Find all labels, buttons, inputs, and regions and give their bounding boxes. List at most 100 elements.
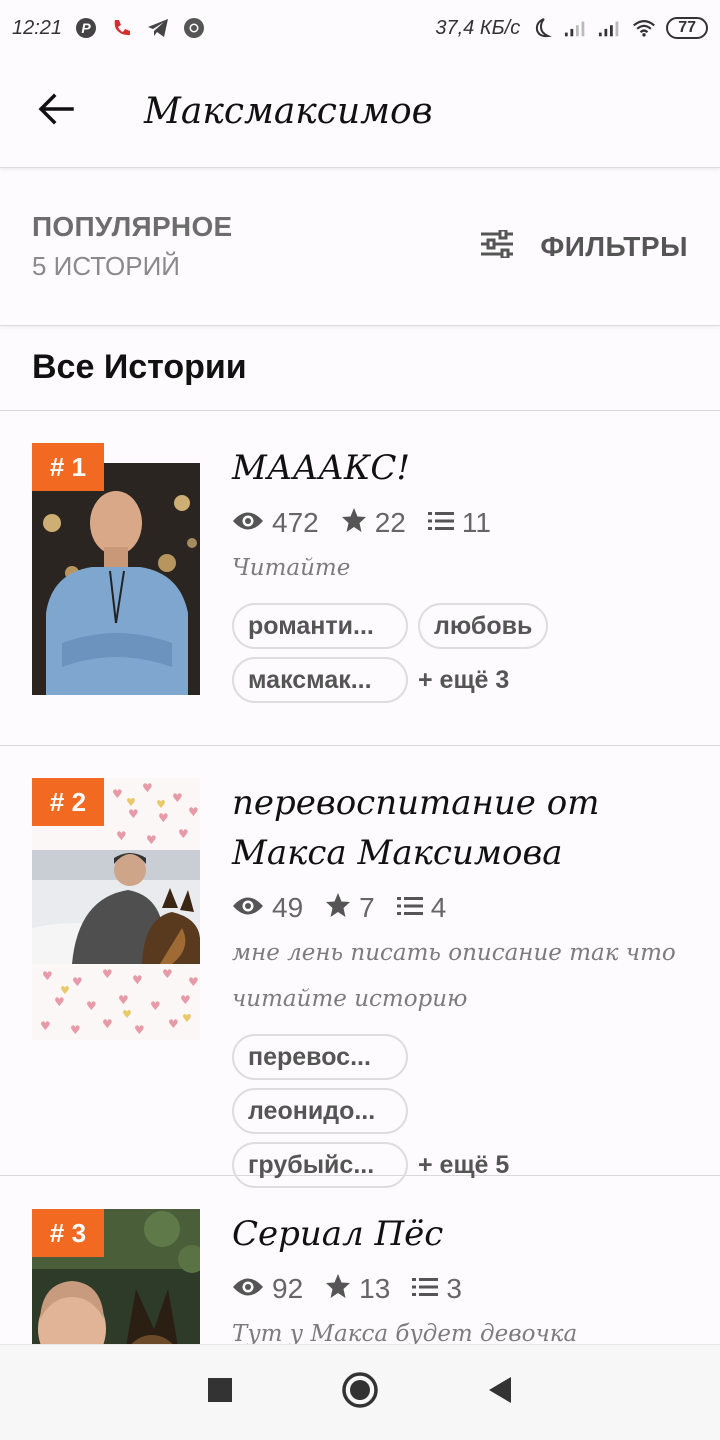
tag-list: перевос... леонидо... грубыйс... + ещё 5 bbox=[232, 1034, 592, 1188]
arrow-left-icon bbox=[38, 93, 74, 130]
views-count: 472 bbox=[272, 507, 319, 538]
svg-text:♥: ♥ bbox=[182, 1012, 192, 1025]
parts-count: 3 bbox=[446, 1273, 462, 1304]
svg-text:♥: ♥ bbox=[168, 1017, 179, 1031]
list-icon bbox=[396, 892, 423, 924]
svg-text:♥: ♥ bbox=[42, 969, 53, 983]
rank-badge: # 2 bbox=[32, 778, 104, 826]
section-title: Все Истории bbox=[32, 348, 247, 386]
tag-chip[interactable]: перевос... bbox=[232, 1034, 408, 1080]
parts-count: 11 bbox=[461, 507, 491, 538]
story-title[interactable]: МАААКС! bbox=[232, 443, 680, 493]
svg-text:♥: ♥ bbox=[142, 781, 153, 795]
story-cover[interactable]: # 2 ♥ ♥ ♥ ♥ ♥ ♥ ♥ ♥ ♥ ♥ ♥ ♥ ♥ ♥ ♥ ♥ ♥ ♥ ♥ ♥ ♥ ♥ ♥ ♥ ♥ ♥ ♥ ♥ ♥ ♥ bbox=[32, 778, 200, 1040]
svg-text:♥: ♥ bbox=[134, 1023, 145, 1037]
story-title[interactable]: Сериал Пёс bbox=[232, 1209, 680, 1259]
parts-stat: 3 bbox=[412, 1273, 462, 1305]
story-info: перевоспитание от Макса Максимова 49 7 4… bbox=[232, 778, 680, 1188]
popular-text: ПОПУЛЯРНОЕ 5 ИСТОРИЙ bbox=[32, 211, 233, 282]
filters-label: ФИЛЬТРЫ bbox=[540, 230, 688, 262]
star-icon bbox=[325, 1273, 351, 1306]
svg-text:♥: ♥ bbox=[156, 798, 166, 811]
status-right: 37,4 КБ/с 77 bbox=[435, 16, 708, 40]
story-description: мне лень писать описание так что читайте… bbox=[232, 940, 676, 1012]
views-count: 92 bbox=[272, 1273, 304, 1304]
svg-text:♥: ♥ bbox=[116, 829, 127, 843]
telegram-icon bbox=[146, 16, 170, 40]
views-count: 49 bbox=[272, 892, 304, 923]
signal-icon bbox=[564, 16, 588, 40]
votes-count: 13 bbox=[359, 1273, 391, 1304]
views-stat: 49 bbox=[232, 892, 303, 924]
star-icon bbox=[325, 892, 351, 925]
system-nav-bar bbox=[0, 1344, 720, 1440]
tag-chip[interactable]: максмак... bbox=[232, 657, 408, 703]
votes-count: 22 bbox=[374, 507, 406, 538]
story-description: Тут у Макса будет девочка bbox=[232, 1321, 578, 1344]
stories-count: 5 ИСТОРИЙ bbox=[32, 251, 180, 281]
recents-square-icon[interactable] bbox=[207, 1377, 233, 1408]
svg-text:♥: ♥ bbox=[150, 999, 161, 1013]
status-time: 12:21 bbox=[12, 16, 63, 39]
svg-text:♥: ♥ bbox=[158, 811, 169, 825]
story-cover[interactable]: # 3 bbox=[32, 1209, 200, 1344]
svg-text:♥: ♥ bbox=[118, 993, 129, 1007]
more-tags-link[interactable]: + ещё 3 bbox=[418, 657, 509, 703]
list-icon bbox=[412, 1273, 439, 1305]
svg-text:P: P bbox=[81, 20, 91, 36]
story-description: Читайте bbox=[232, 555, 351, 581]
svg-text:♥: ♥ bbox=[102, 967, 113, 981]
svg-text:♥: ♥ bbox=[180, 993, 191, 1007]
parts-count: 4 bbox=[430, 892, 447, 923]
parts-stat: 11 bbox=[427, 507, 491, 539]
missed-call-icon bbox=[110, 16, 134, 40]
page-title: Максмаксимов bbox=[144, 91, 433, 132]
svg-text:♥: ♥ bbox=[112, 787, 123, 801]
moon-icon bbox=[530, 16, 554, 40]
eye-icon bbox=[232, 507, 264, 539]
svg-text:♥: ♥ bbox=[128, 807, 139, 821]
votes-stat: 13 bbox=[325, 1273, 390, 1306]
back-triangle-icon[interactable] bbox=[487, 1376, 513, 1409]
svg-text:♥: ♥ bbox=[122, 1008, 132, 1021]
svg-text:♥: ♥ bbox=[146, 833, 157, 847]
pinterest-icon: P bbox=[74, 16, 98, 40]
story-title[interactable]: перевоспитание от Макса Максимова bbox=[232, 778, 680, 878]
tag-chip[interactable]: леонидо... bbox=[232, 1088, 408, 1134]
story-stats: 49 7 4 bbox=[232, 886, 680, 930]
svg-text:♥: ♥ bbox=[102, 1017, 113, 1031]
status-bar: 12:21 P 37,4 КБ/с 77 bbox=[0, 0, 720, 56]
svg-text:♥: ♥ bbox=[188, 805, 199, 819]
story-card[interactable]: # 3 Сериал Пёс 92 13 3 Тут у Макса будет… bbox=[0, 1177, 720, 1344]
story-stats: 92 13 3 bbox=[232, 1267, 680, 1311]
svg-text:♥: ♥ bbox=[72, 975, 83, 989]
story-stats: 472 22 11 bbox=[232, 501, 680, 545]
story-cover[interactable]: # 1 bbox=[32, 443, 200, 695]
battery-indicator: 77 bbox=[666, 17, 708, 39]
votes-count: 7 bbox=[359, 892, 375, 923]
story-card[interactable]: # 2 ♥ ♥ ♥ ♥ ♥ ♥ ♥ ♥ ♥ ♥ ♥ ♥ ♥ ♥ ♥ ♥ ♥ ♥ ♥ ♥ ♥ ♥ ♥ ♥ ♥ ♥ ♥ ♥ ♥ ♥ bbox=[0, 746, 720, 1188]
svg-text:♥: ♥ bbox=[70, 1023, 81, 1037]
svg-text:♥: ♥ bbox=[132, 973, 143, 987]
app-bar: Максмаксимов bbox=[0, 56, 720, 168]
back-button[interactable] bbox=[0, 56, 112, 168]
filters-button[interactable]: ФИЛЬТРЫ bbox=[480, 228, 688, 263]
svg-text:♥: ♥ bbox=[178, 827, 189, 841]
status-left: 12:21 P bbox=[12, 16, 206, 40]
votes-stat: 22 bbox=[341, 507, 406, 540]
star-icon bbox=[341, 507, 367, 540]
tag-chip[interactable]: любовь bbox=[418, 603, 549, 649]
tag-chip[interactable]: романти... bbox=[232, 603, 408, 649]
story-card[interactable]: # 1 МАААКС! 472 22 11 Читайте романти...… bbox=[0, 411, 720, 746]
eye-icon bbox=[232, 1273, 264, 1305]
wifi-icon bbox=[632, 16, 656, 40]
svg-text:♥: ♥ bbox=[162, 967, 173, 981]
votes-stat: 7 bbox=[325, 892, 375, 925]
svg-text:♥: ♥ bbox=[188, 975, 199, 989]
views-stat: 92 bbox=[232, 1273, 303, 1305]
svg-text:♥: ♥ bbox=[172, 791, 183, 805]
home-circle-icon[interactable] bbox=[341, 1371, 379, 1414]
parts-stat: 4 bbox=[396, 892, 447, 924]
views-stat: 472 bbox=[232, 507, 319, 539]
sliders-icon bbox=[480, 228, 514, 263]
